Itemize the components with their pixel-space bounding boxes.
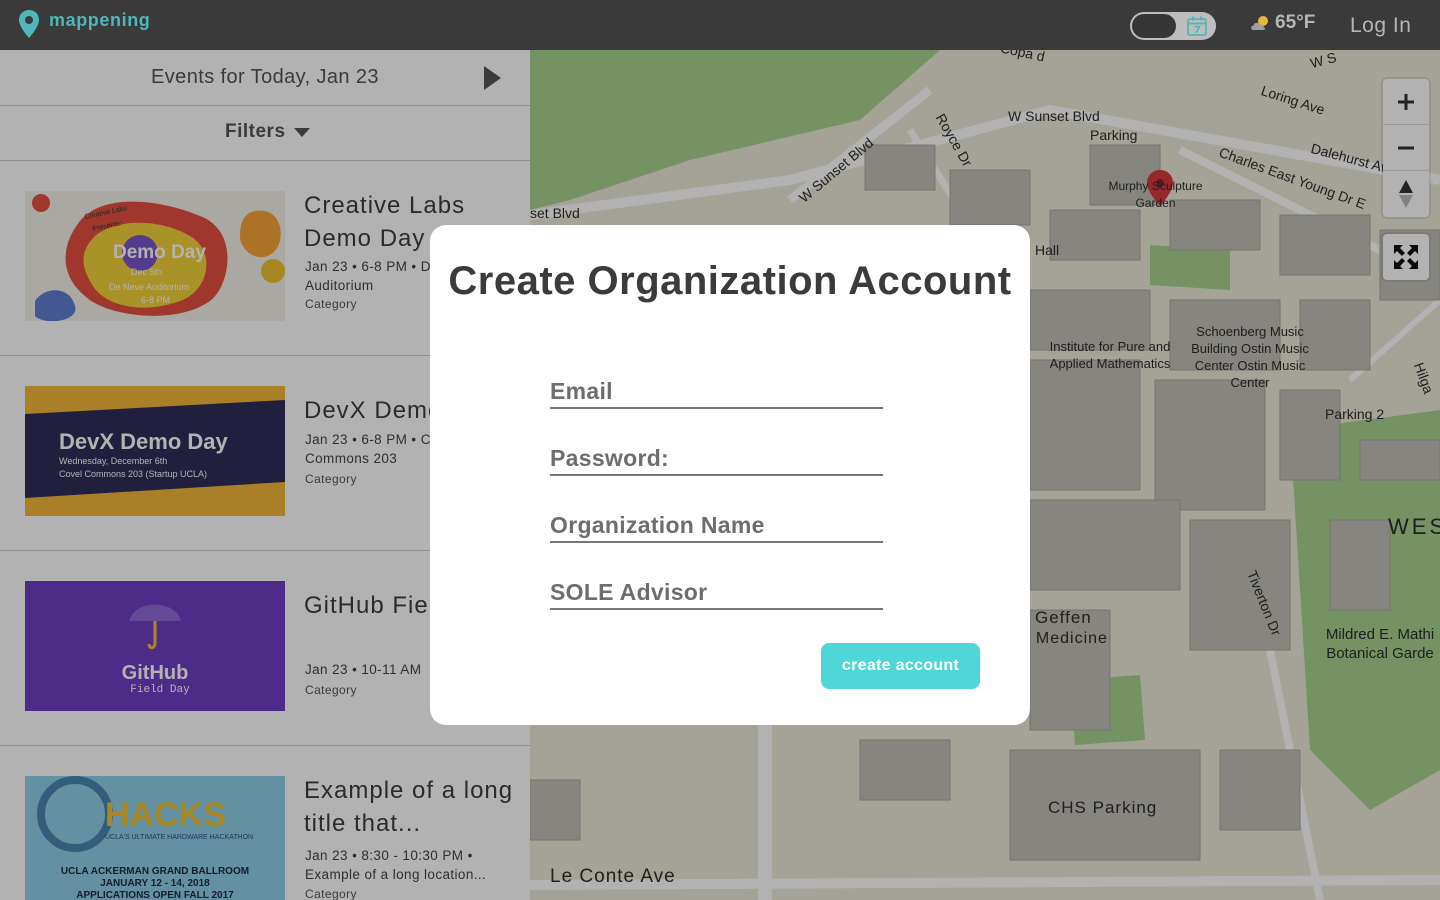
brand-name: mappening (49, 9, 151, 30)
create-organization-modal: Create Organization Account create accou… (430, 225, 1030, 725)
create-account-button[interactable]: create account (821, 643, 980, 689)
organization-name-field[interactable] (550, 509, 883, 543)
top-bar: mappening 65°F Log In (0, 0, 1440, 50)
map-calendar-toggle[interactable] (1130, 12, 1216, 40)
map-pin-icon (19, 10, 39, 38)
login-button[interactable]: Log In (1350, 14, 1411, 38)
modal-title: Create Organization Account (448, 259, 1012, 303)
email-field[interactable] (550, 375, 883, 409)
sole-advisor-field[interactable] (550, 576, 883, 610)
brand-logo[interactable]: mappening (18, 9, 150, 39)
calendar-icon (1187, 16, 1207, 36)
partly-cloudy-icon (1251, 16, 1268, 30)
toggle-knob (1132, 14, 1176, 38)
password-field[interactable] (550, 442, 883, 476)
weather-temperature: 65°F (1275, 12, 1316, 33)
weather-widget: 65°F (1250, 12, 1315, 34)
